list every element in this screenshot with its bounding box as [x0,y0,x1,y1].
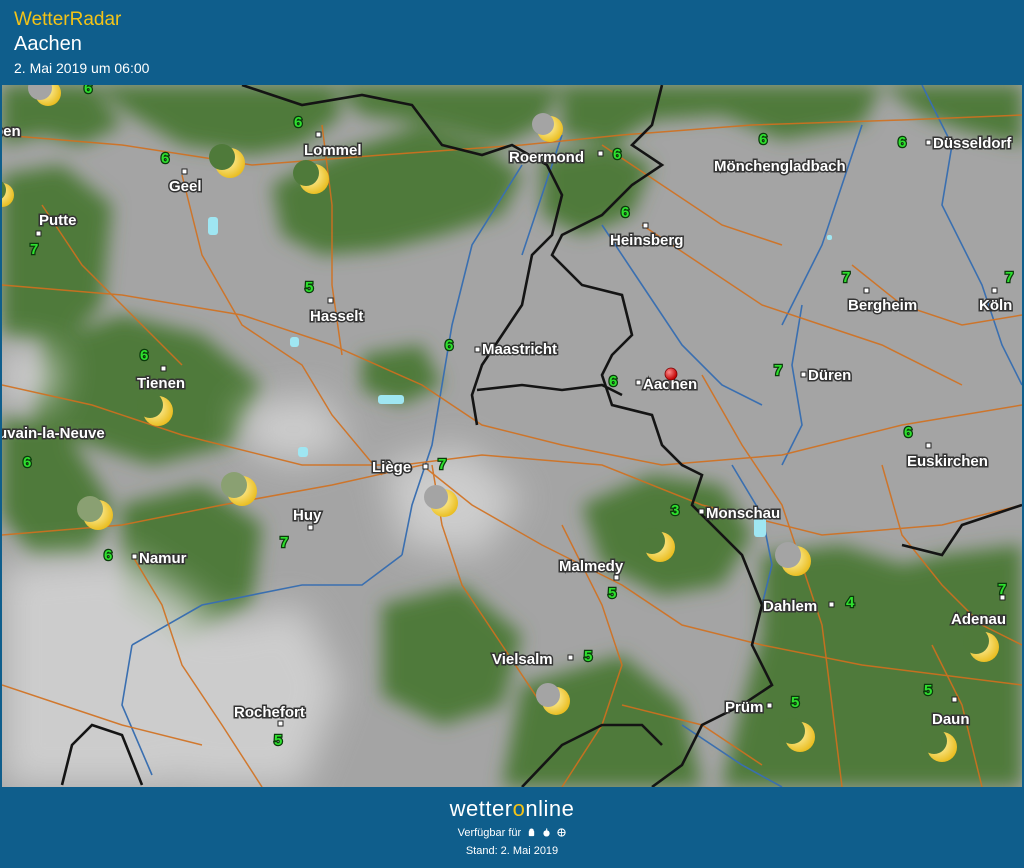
temperature-label: 3 [671,502,679,519]
temperature-label: 6 [898,134,906,151]
temperature-label: 6 [23,454,31,471]
city-label: pen [2,123,21,140]
temperature-label: 7 [1005,269,1013,286]
city-label: Putte [39,212,77,229]
city-label: Heinsberg [610,232,683,249]
city-label: Malmedy [559,558,624,575]
temperature-label: 6 [104,547,112,564]
city-label: Namur [139,550,187,567]
temperature-label: 6 [140,347,148,364]
city-label: Monschau [706,505,780,522]
temperature-label: 7 [998,581,1006,598]
city-label: Daun [932,711,970,728]
temperature-label: 4 [846,594,855,611]
brand-logo[interactable]: wetteronline [0,796,1024,822]
temperature-label: 5 [791,694,799,711]
temperature-label: 7 [842,269,850,286]
temperature-label: 5 [274,732,282,749]
city-label: Adenau [951,611,1006,628]
city-label: Mönchengladbach [714,158,846,175]
footer-bar: wetteronline Verfügbar für Stand: 2. Mai… [0,787,1024,868]
data-timestamp: Stand: 2. Mai 2019 [465,845,559,857]
city-label: Dahlem [763,598,817,615]
city-label: Vielsalm [492,651,553,668]
header-bar: WetterRadar Aachen 2. Mai 2019 um 06:00 [0,0,1024,84]
city-label: Liège [372,459,411,476]
city-label: Lommel [304,142,362,159]
temperature-label: 6 [613,146,621,163]
temperature-label: 6 [621,204,629,221]
temperature-label: 5 [608,585,616,602]
city-label: Prüm [725,699,763,716]
availability-line: Verfügbar für [0,827,1024,839]
app-frame: WetterRadar Aachen 2. Mai 2019 um 06:00 [0,0,1024,868]
temperature-label: 6 [161,150,169,167]
weather-map[interactable]: Lommel Geel Putte Roermond Mönchengladba… [2,85,1022,787]
city-label: Tienen [137,375,185,392]
temperature-label: 6 [904,424,912,441]
city-label: Rochefort [234,704,305,721]
location-name: Aachen [14,33,82,55]
temperature-label: 7 [774,362,782,379]
city-label: Düsseldorf [933,135,1012,152]
android-icon[interactable] [527,828,536,837]
apple-icon[interactable] [542,828,551,837]
web-icon[interactable] [557,828,567,837]
temperature-label: 5 [924,682,932,699]
availability-text: Verfügbar für [457,827,522,839]
city-label: Euskirchen [907,453,988,470]
temperature-label: 7 [30,241,38,258]
city-label: uvain-la-Neuve [2,425,105,442]
city-label: Düren [808,367,851,384]
temperature-label: 7 [280,534,288,551]
city-label: Roermond [509,149,584,166]
city-label: Geel [169,178,202,195]
temperature-label: 7 [438,456,446,473]
temperature-label: 6 [294,114,302,131]
temperature-label: 5 [305,279,313,296]
map-canvas: Lommel Geel Putte Roermond Mönchengladba… [2,85,1022,787]
city-label: Hasselt [310,308,363,325]
temperature-label: 6 [609,373,617,390]
city-label: Maastricht [482,341,557,358]
city-label: Bergheim [848,297,917,314]
app-title: WetterRadar [14,9,122,30]
temperature-label: 6 [84,85,92,97]
temperature-label: 5 [584,648,592,665]
city-label: Huy [293,507,322,524]
city-label: Köln [979,297,1012,314]
temperature-label: 6 [445,337,453,354]
forecast-datetime: 2. Mai 2019 um 06:00 [14,60,150,76]
temperature-label: 6 [759,131,767,148]
